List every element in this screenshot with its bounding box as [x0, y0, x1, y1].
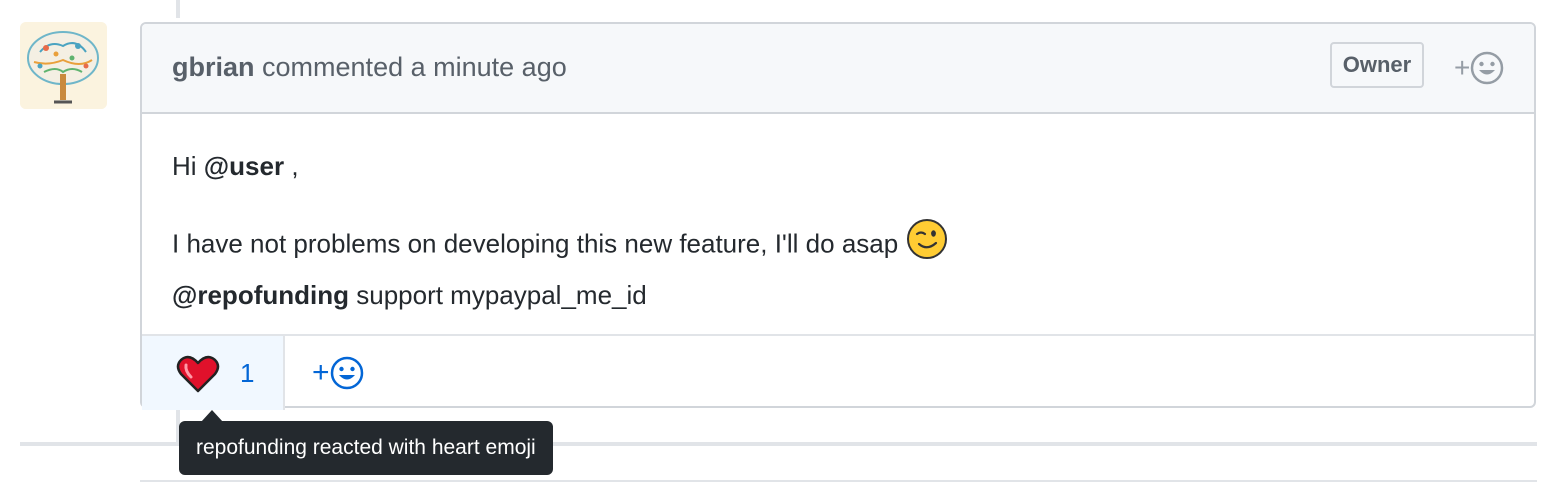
comment-meta: gbrian commented a minute ago — [172, 52, 567, 83]
mention-repofunding-link[interactable]: @repofunding — [172, 280, 349, 310]
smiley-icon — [330, 356, 363, 390]
comment-body: Hi @user , I have not problems on develo… — [172, 144, 1504, 317]
greeting-tail: , — [291, 151, 299, 181]
footer-add-reaction-button[interactable]: + — [312, 356, 364, 390]
divider — [140, 480, 1537, 482]
timeline-line — [176, 0, 180, 18]
body-line-2: I have not problems on developing this n… — [172, 228, 899, 259]
avatar[interactable] — [20, 22, 107, 109]
comment-box: gbrian commented a minute ago Owner + Hi… — [140, 22, 1536, 410]
header-add-reaction-button[interactable]: + — [1454, 50, 1504, 86]
comment-timestamp[interactable]: a minute ago — [411, 52, 567, 82]
greeting-text: Hi — [172, 151, 197, 181]
brain-tree-avatar-icon — [20, 22, 107, 109]
comment-paragraph-1: Hi @user , — [172, 144, 1504, 188]
plus-label: + — [1454, 52, 1471, 83]
body-line-3: support mypaypal_me_id — [356, 280, 647, 310]
comment-paragraph-2: I have not problems on developing this n… — [172, 218, 1504, 317]
plus-label: + — [312, 356, 330, 389]
comment-action: commented — [262, 52, 404, 82]
comment-header: gbrian commented a minute ago Owner + — [142, 24, 1534, 114]
reaction-count: 1 — [240, 357, 255, 388]
comment-author[interactable]: gbrian — [172, 52, 255, 82]
reaction-tooltip: repofunding reacted with heart emoji — [179, 421, 553, 475]
heart-reaction-button[interactable]: 1 — [142, 336, 285, 410]
smiley-icon — [1471, 51, 1504, 85]
wink-emoji-icon — [906, 218, 948, 273]
heart-icon — [176, 355, 220, 393]
mention-user-link[interactable]: @user — [204, 151, 284, 181]
reactions-bar: 1 + — [142, 334, 1534, 410]
owner-badge: Owner — [1330, 42, 1424, 88]
